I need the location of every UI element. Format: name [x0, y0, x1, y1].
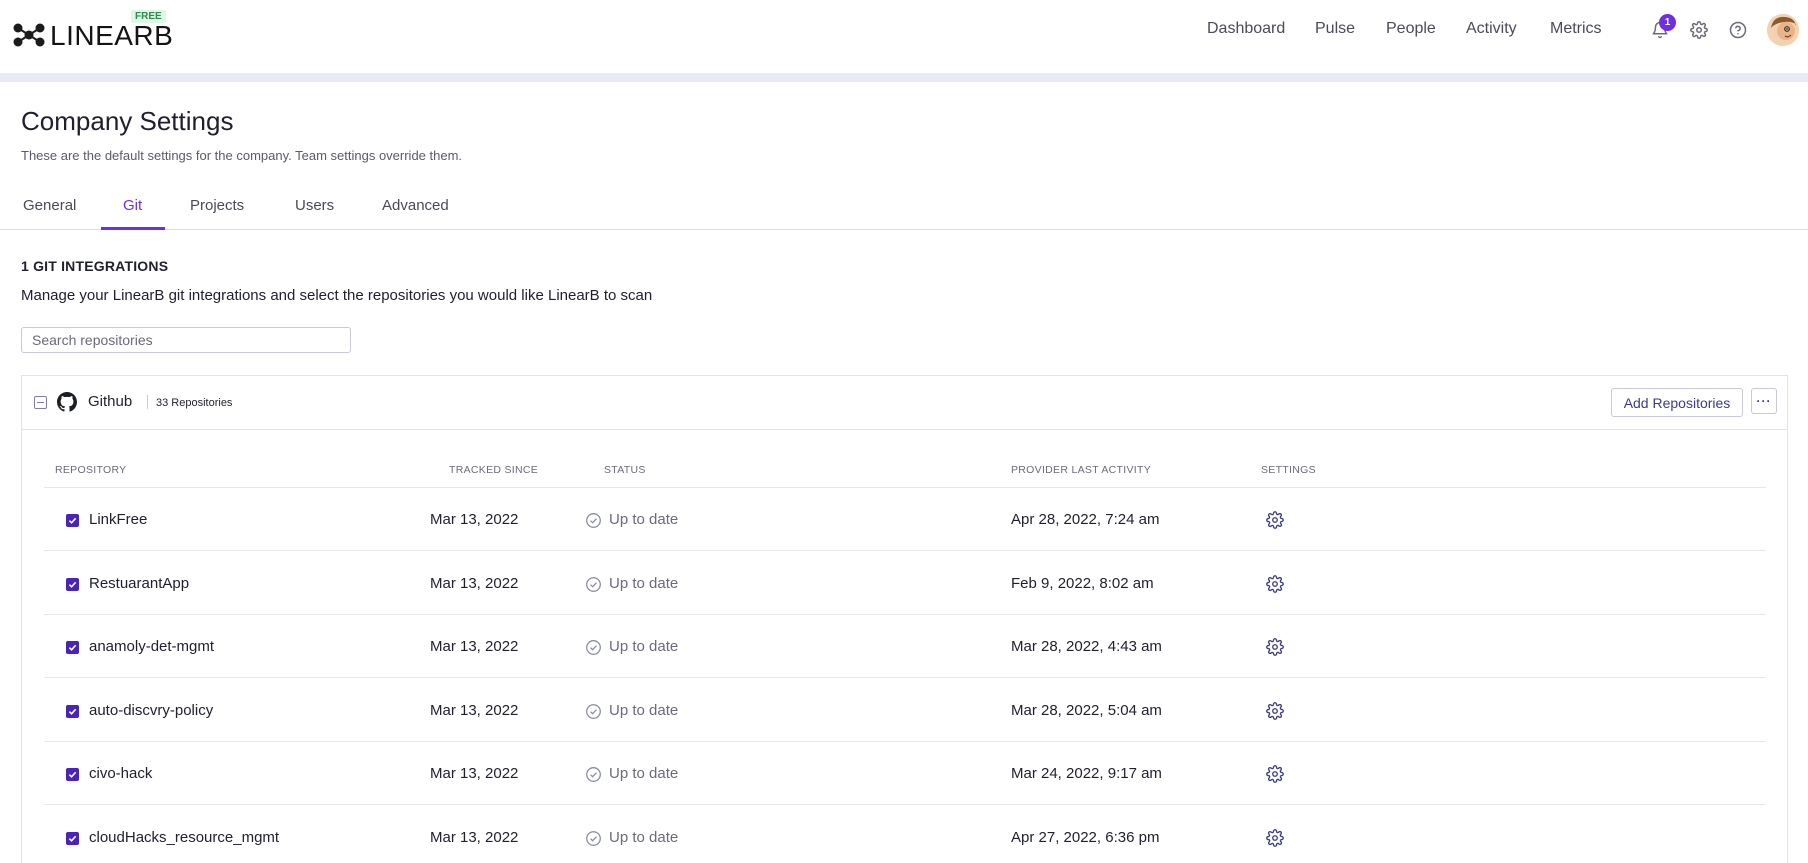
provider-last-activity: Mar 24, 2022, 9:17 am	[1011, 765, 1162, 782]
table-row: anamoly-det-mgmt Mar 13, 2022 Up to date…	[44, 615, 1766, 678]
check-circle-icon	[586, 830, 601, 846]
checkmark-icon	[68, 708, 77, 715]
active-tab-indicator	[101, 227, 165, 230]
provider-last-activity: Mar 28, 2022, 4:43 am	[1011, 638, 1162, 655]
check-circle-icon	[586, 513, 601, 528]
settings-tabs: General Git Projects Users Advanced	[0, 193, 1808, 230]
provider-last-activity: Mar 28, 2022, 5:04 am	[1011, 701, 1162, 719]
nav-dashboard[interactable]: Dashboard	[1207, 20, 1285, 38]
add-repositories-button[interactable]: Add Repositories	[1611, 388, 1743, 417]
repository-name: LinkFree	[89, 511, 148, 528]
repository-checkbox[interactable]	[66, 514, 79, 527]
column-header-tracked-since: TRACKED SINCE	[449, 464, 539, 476]
provider-last-activity: Feb 9, 2022, 8:02 am	[1011, 574, 1154, 592]
nav-pulse[interactable]: Pulse	[1315, 20, 1355, 38]
header-divider	[147, 395, 148, 409]
tracked-since: Mar 13, 2022	[430, 765, 519, 782]
provider-last-activity: Apr 27, 2022, 6:36 pm	[1011, 828, 1160, 846]
brand-name: LINEARB	[50, 20, 174, 51]
search-repositories-input[interactable]	[21, 327, 351, 353]
repository-name: civo-hack	[89, 765, 153, 782]
more-options-button[interactable]: ···	[1751, 388, 1777, 414]
repository-count: 33 Repositories	[156, 397, 233, 409]
section-title: 1 GIT INTEGRATIONS	[21, 258, 169, 274]
status-text: Up to date	[609, 574, 679, 592]
user-avatar-icon	[1767, 14, 1799, 46]
tracked-since: Mar 13, 2022	[430, 638, 519, 655]
table-row: civo-hack Mar 13, 2022 Up to date Mar 24…	[44, 742, 1766, 805]
github-icon	[57, 392, 77, 412]
column-header-repository: REPOSITORY	[55, 464, 127, 476]
github-integration-card: Github 33 Repositories Add Repositories …	[21, 375, 1788, 863]
repo-settings-gear-icon[interactable]	[1266, 701, 1284, 720]
status-text: Up to date	[609, 701, 679, 719]
column-header-settings: SETTINGS	[1261, 464, 1316, 476]
tab-general[interactable]: General	[23, 197, 76, 214]
nav-activity[interactable]: Activity	[1466, 20, 1517, 38]
gear-icon[interactable]	[1688, 19, 1710, 41]
repository-checkbox[interactable]	[66, 768, 79, 781]
check-circle-icon	[586, 703, 601, 719]
check-circle-icon	[586, 576, 601, 592]
tracked-since: Mar 13, 2022	[430, 828, 519, 846]
tab-advanced[interactable]: Advanced	[382, 197, 449, 214]
tracked-since: Mar 13, 2022	[430, 574, 519, 592]
page-title: Company Settings	[21, 106, 234, 136]
provider-name: Github	[88, 393, 133, 410]
notification-count-badge: 1	[1659, 14, 1676, 31]
checkmark-icon	[68, 771, 77, 778]
linearb-logo-icon	[13, 23, 45, 47]
checkmark-icon	[68, 517, 77, 524]
integration-header: Github 33 Repositories Add Repositories …	[22, 376, 1787, 430]
repository-name: RestuarantApp	[89, 574, 190, 592]
plan-badge: FREE	[131, 10, 166, 23]
repository-checkbox[interactable]	[66, 577, 79, 591]
collapse-toggle[interactable]	[34, 396, 47, 409]
repository-name: auto-discvry-policy	[89, 701, 214, 719]
tab-git[interactable]: Git	[123, 197, 142, 214]
column-header-status: STATUS	[604, 464, 646, 476]
nav-people[interactable]: People	[1386, 20, 1436, 38]
repo-settings-gear-icon[interactable]	[1266, 828, 1284, 847]
top-navbar: LINEARB FREE Dashboard Pulse People Acti…	[0, 0, 1808, 73]
tracked-since: Mar 13, 2022	[430, 701, 519, 719]
tab-users[interactable]: Users	[295, 197, 334, 214]
avatar[interactable]	[1767, 14, 1799, 46]
nav-divider	[0, 73, 1808, 82]
repo-settings-gear-icon[interactable]	[1266, 765, 1284, 783]
repository-name: cloudHacks_resource_mgmt	[89, 828, 280, 846]
column-header-provider-last-activity: PROVIDER LAST ACTIVITY	[1011, 464, 1152, 476]
help-icon[interactable]	[1727, 19, 1749, 41]
tracked-since: Mar 13, 2022	[430, 511, 519, 528]
linearb-logo[interactable]: LINEARB	[12, 20, 173, 52]
tab-projects[interactable]: Projects	[190, 197, 244, 214]
repository-name: anamoly-det-mgmt	[89, 638, 215, 655]
table-row: LinkFree Mar 13, 2022 Up to date Apr 28,…	[44, 488, 1766, 551]
check-circle-icon	[586, 767, 601, 782]
status-text: Up to date	[609, 638, 679, 655]
checkmark-icon	[68, 835, 77, 842]
repository-checkbox[interactable]	[66, 831, 79, 845]
table-row: cloudHacks_resource_mgmt Mar 13, 2022 Up…	[44, 806, 1766, 863]
repo-settings-gear-icon[interactable]	[1266, 574, 1284, 593]
checkmark-icon	[68, 644, 77, 651]
status-text: Up to date	[609, 828, 679, 846]
nav-metrics[interactable]: Metrics	[1550, 20, 1602, 38]
repository-checkbox[interactable]	[66, 704, 79, 718]
page-subtitle: These are the default settings for the c…	[21, 148, 463, 163]
checkmark-icon	[68, 581, 77, 588]
section-description: Manage your LinearB git integrations and…	[21, 287, 653, 304]
table-row: auto-discvry-policy Mar 13, 2022 Up to d…	[44, 679, 1766, 742]
check-circle-icon	[586, 640, 601, 655]
repository-checkbox[interactable]	[66, 641, 79, 654]
status-text: Up to date	[609, 511, 679, 528]
table-row: RestuarantApp Mar 13, 2022 Up to date Fe…	[44, 552, 1766, 615]
repo-settings-gear-icon[interactable]	[1266, 511, 1284, 529]
provider-last-activity: Apr 28, 2022, 7:24 am	[1011, 511, 1160, 528]
repo-settings-gear-icon[interactable]	[1266, 638, 1284, 656]
status-text: Up to date	[609, 765, 679, 782]
